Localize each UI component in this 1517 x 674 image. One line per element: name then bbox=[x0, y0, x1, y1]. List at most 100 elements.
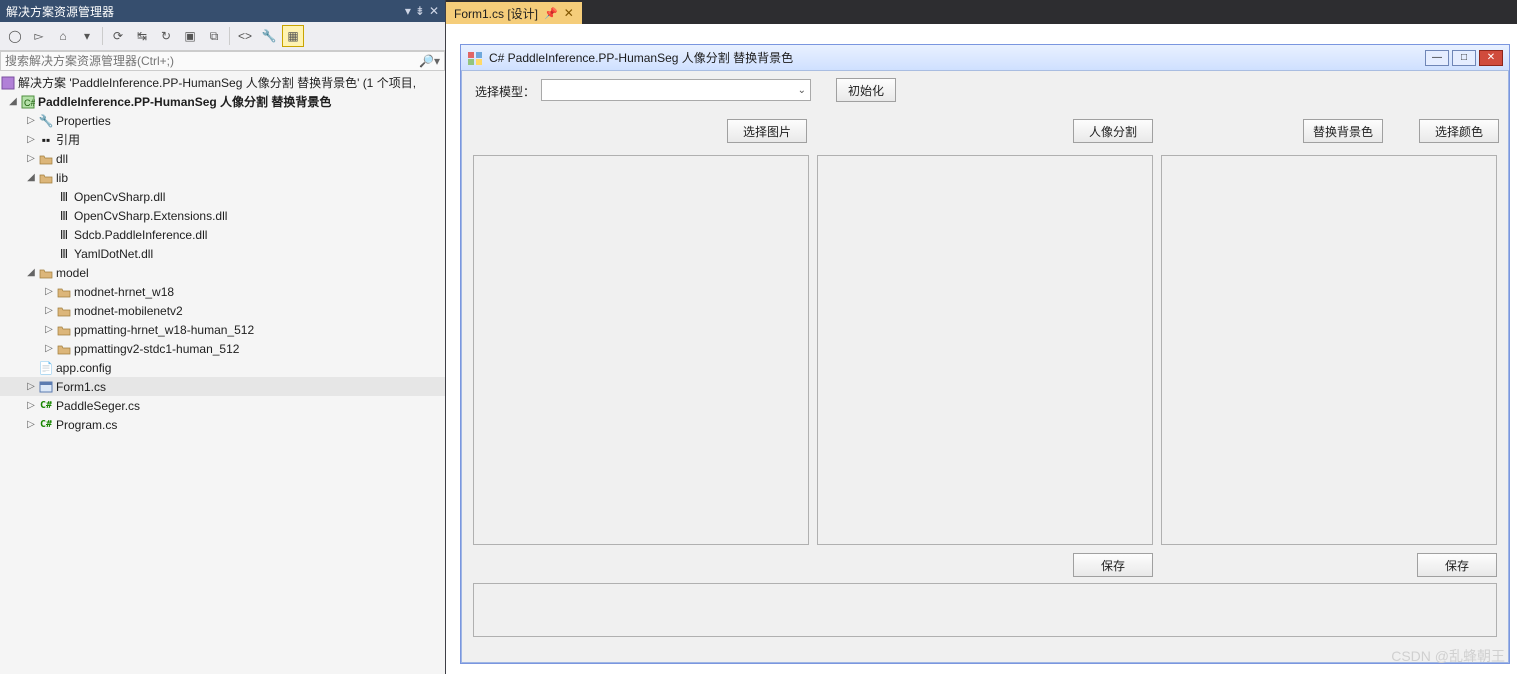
tree-item-form1[interactable]: ▷Form1.cs bbox=[0, 377, 445, 396]
tree-item-folder[interactable]: ▷modnet-mobilenetv2 bbox=[0, 301, 445, 320]
form-icon bbox=[38, 379, 54, 395]
tree-item-folder[interactable]: ▷modnet-hrnet_w18 bbox=[0, 282, 445, 301]
references-icon: ▪▪ bbox=[38, 132, 54, 148]
forward-icon[interactable]: ▻ bbox=[28, 25, 50, 47]
project-label: PaddleInference.PP-HumanSeg 人像分割 替换背景色 bbox=[36, 93, 331, 110]
csharp-icon: C# bbox=[38, 398, 54, 414]
solution-explorer-search[interactable]: 🔎▾ bbox=[0, 51, 445, 71]
expand-icon[interactable]: ▷ bbox=[24, 134, 38, 145]
combo-model[interactable]: ⌄ bbox=[541, 79, 811, 101]
tree-item-dll-file[interactable]: ⅢOpenCvSharp.dll bbox=[0, 187, 445, 206]
solution-explorer-title: 解决方案资源管理器 bbox=[6, 3, 114, 20]
expand-icon[interactable]: ▷ bbox=[42, 324, 56, 335]
folder-icon bbox=[38, 151, 54, 167]
csharp-project-icon: C# bbox=[20, 94, 36, 110]
redo-icon[interactable]: ↻ bbox=[155, 25, 177, 47]
expand-icon[interactable]: ◢ bbox=[6, 96, 20, 107]
dll-icon: Ⅲ bbox=[56, 189, 72, 205]
replace-bg-button[interactable]: 替换背景色 bbox=[1303, 119, 1383, 143]
search-icon[interactable]: 🔎▾ bbox=[419, 54, 440, 68]
pin-icon[interactable]: 📌 bbox=[544, 7, 558, 20]
minimize-button[interactable]: — bbox=[1425, 50, 1449, 66]
expand-icon[interactable]: ▷ bbox=[24, 115, 38, 126]
tree-item-dll[interactable]: ▷ dll bbox=[0, 149, 445, 168]
wrench-icon[interactable]: 🔧 bbox=[258, 25, 280, 47]
collapse-icon[interactable]: ◢ bbox=[24, 267, 38, 278]
image-panel-result bbox=[1161, 155, 1497, 545]
select-color-button[interactable]: 选择颜色 bbox=[1419, 119, 1499, 143]
project-node[interactable]: ◢ C# PaddleInference.PP-HumanSeg 人像分割 替换… bbox=[0, 92, 445, 111]
log-panel bbox=[473, 583, 1497, 637]
tree-item-lib[interactable]: ◢ lib bbox=[0, 168, 445, 187]
folder-icon bbox=[56, 284, 72, 300]
folder-icon bbox=[56, 303, 72, 319]
showall-icon[interactable]: ▣ bbox=[179, 25, 201, 47]
folder-icon bbox=[56, 341, 72, 357]
csharp-icon: C# bbox=[38, 417, 54, 433]
tree-item-paddleseger[interactable]: ▷C#PaddleSeger.cs bbox=[0, 396, 445, 415]
document-tabbar: Form1.cs [设计] 📌 ✕ bbox=[446, 0, 1517, 24]
solution-explorer-titlebar: 解决方案资源管理器 ▾ ⇟ ✕ bbox=[0, 0, 445, 22]
sync-icon[interactable]: ▾ bbox=[76, 25, 98, 47]
config-icon: 📄 bbox=[38, 360, 54, 376]
folder-icon bbox=[56, 322, 72, 338]
dropdown-icon[interactable]: ▾ bbox=[405, 4, 411, 18]
expand-icon[interactable]: ▷ bbox=[42, 343, 56, 354]
svg-text:C#: C# bbox=[24, 98, 35, 108]
expand-icon[interactable]: ▷ bbox=[24, 400, 38, 411]
solution-explorer-panel: 解决方案资源管理器 ▾ ⇟ ✕ ◯ ▻ ⌂ ▾ ⟳ ↹ ↻ ▣ ⧉ <> 🔧 ▦ bbox=[0, 0, 446, 674]
close-button[interactable]: ✕ bbox=[1479, 50, 1503, 66]
solution-label: 解决方案 'PaddleInference.PP-HumanSeg 人像分割 替… bbox=[16, 74, 416, 91]
dll-icon: Ⅲ bbox=[56, 208, 72, 224]
preview-icon[interactable]: ▦ bbox=[282, 25, 304, 47]
collapse-icon[interactable]: ◢ bbox=[24, 172, 38, 183]
designer-canvas[interactable]: C# PaddleInference.PP-HumanSeg 人像分割 替换背景… bbox=[446, 24, 1517, 674]
tree-item-dll-file[interactable]: ⅢYamlDotNet.dll bbox=[0, 244, 445, 263]
expand-icon[interactable]: ▷ bbox=[24, 419, 38, 430]
init-button[interactable]: 初始化 bbox=[836, 78, 896, 102]
image-panel-seg bbox=[817, 155, 1153, 545]
solution-node[interactable]: 解决方案 'PaddleInference.PP-HumanSeg 人像分割 替… bbox=[0, 73, 445, 92]
pin-icon[interactable]: ⇟ bbox=[415, 4, 425, 18]
maximize-button[interactable]: □ bbox=[1452, 50, 1476, 66]
dll-icon: Ⅲ bbox=[56, 227, 72, 243]
human-seg-button[interactable]: 人像分割 bbox=[1073, 119, 1153, 143]
expand-icon[interactable]: ▷ bbox=[24, 153, 38, 164]
tree-item-dll-file[interactable]: ⅢOpenCvSharp.Extensions.dll bbox=[0, 206, 445, 225]
code-icon[interactable]: <> bbox=[234, 25, 256, 47]
winform-title: C# PaddleInference.PP-HumanSeg 人像分割 替换背景… bbox=[483, 49, 1425, 66]
wrench-icon: 🔧 bbox=[38, 113, 54, 129]
tree-item-appconfig[interactable]: 📄app.config bbox=[0, 358, 445, 377]
back-icon[interactable]: ◯ bbox=[4, 25, 26, 47]
folder-icon bbox=[38, 170, 54, 186]
tree-item-model[interactable]: ◢ model bbox=[0, 263, 445, 282]
label-select-model: 选择模型： bbox=[475, 83, 535, 100]
solution-tree: 解决方案 'PaddleInference.PP-HumanSeg 人像分割 替… bbox=[0, 71, 445, 674]
expand-icon[interactable]: ▷ bbox=[42, 305, 56, 316]
select-image-button[interactable]: 选择图片 bbox=[727, 119, 807, 143]
expand-icon[interactable]: ▷ bbox=[24, 381, 38, 392]
refresh-icon[interactable]: ⟳ bbox=[107, 25, 129, 47]
close-icon[interactable]: ✕ bbox=[564, 6, 574, 20]
expand-icon[interactable]: ▷ bbox=[42, 286, 56, 297]
save-seg-button[interactable]: 保存 bbox=[1073, 553, 1153, 577]
watermark-text: CSDN @乱蜂朝王 bbox=[1391, 646, 1505, 666]
copyview-icon[interactable]: ⧉ bbox=[203, 25, 225, 47]
tree-item-references[interactable]: ▷ ▪▪ 引用 bbox=[0, 130, 445, 149]
winform-titlebar[interactable]: C# PaddleInference.PP-HumanSeg 人像分割 替换背景… bbox=[461, 45, 1509, 71]
tree-item-folder[interactable]: ▷ppmatting-hrnet_w18-human_512 bbox=[0, 320, 445, 339]
save-result-button[interactable]: 保存 bbox=[1417, 553, 1497, 577]
search-input[interactable] bbox=[5, 54, 419, 68]
solution-explorer-toolbar: ◯ ▻ ⌂ ▾ ⟳ ↹ ↻ ▣ ⧉ <> 🔧 ▦ bbox=[0, 22, 445, 51]
close-icon[interactable]: ✕ bbox=[429, 4, 439, 18]
home-icon[interactable]: ⌂ bbox=[52, 25, 74, 47]
image-panel-source bbox=[473, 155, 809, 545]
tree-item-program[interactable]: ▷C#Program.cs bbox=[0, 415, 445, 434]
tree-item-folder[interactable]: ▷ppmattingv2-stdc1-human_512 bbox=[0, 339, 445, 358]
tree-item-dll-file[interactable]: ⅢSdcb.PaddleInference.dll bbox=[0, 225, 445, 244]
tab-form1-design[interactable]: Form1.cs [设计] 📌 ✕ bbox=[446, 2, 582, 24]
solution-icon bbox=[0, 75, 16, 91]
collapse-icon[interactable]: ↹ bbox=[131, 25, 153, 47]
winform-window[interactable]: C# PaddleInference.PP-HumanSeg 人像分割 替换背景… bbox=[460, 44, 1510, 664]
tree-item-properties[interactable]: ▷ 🔧 Properties bbox=[0, 111, 445, 130]
